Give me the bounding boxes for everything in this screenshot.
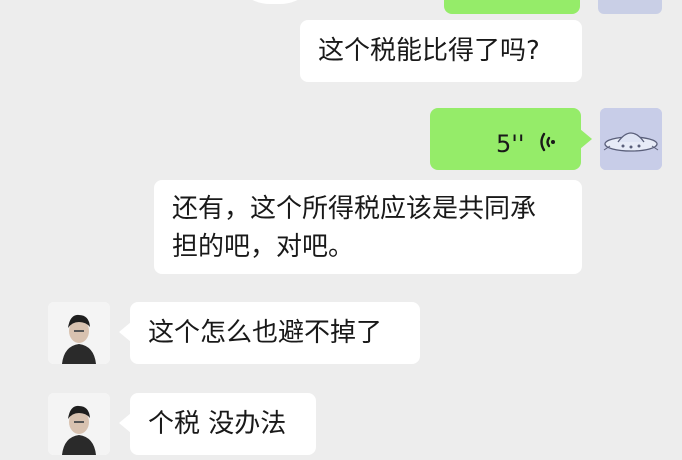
message-bubble[interactable]: 个税 没办法 <box>130 393 316 455</box>
contact-avatar[interactable] <box>48 302 110 364</box>
bubble-tail <box>580 129 592 149</box>
message-text-line: 还有，这个所得税应该是共同承 <box>172 194 537 224</box>
message-text-line: 担的吧，对吧。 <box>172 232 355 262</box>
message-bubble[interactable]: 这个税能比得了吗? <box>300 20 582 82</box>
contact-avatar[interactable] <box>48 393 110 455</box>
message-text: 个税 没办法 <box>148 409 287 439</box>
message-bubble[interactable]: 这个怎么也避不掉了 <box>130 302 420 364</box>
voice-message-bubble[interactable]: 5'' <box>430 108 581 170</box>
message-text: 这个税能比得了吗? <box>318 36 540 66</box>
message-text: 这个怎么也避不掉了 <box>148 318 383 348</box>
my-avatar[interactable] <box>600 108 662 170</box>
partial-message-bubble <box>230 0 320 4</box>
voice-duration: 5'' <box>496 130 525 158</box>
partial-sent-bubble <box>444 0 580 14</box>
message-bubble[interactable]: 还有，这个所得税应该是共同承 担的吧，对吧。 <box>154 180 582 274</box>
voice-wave-icon <box>538 127 562 152</box>
partial-avatar <box>598 0 662 14</box>
